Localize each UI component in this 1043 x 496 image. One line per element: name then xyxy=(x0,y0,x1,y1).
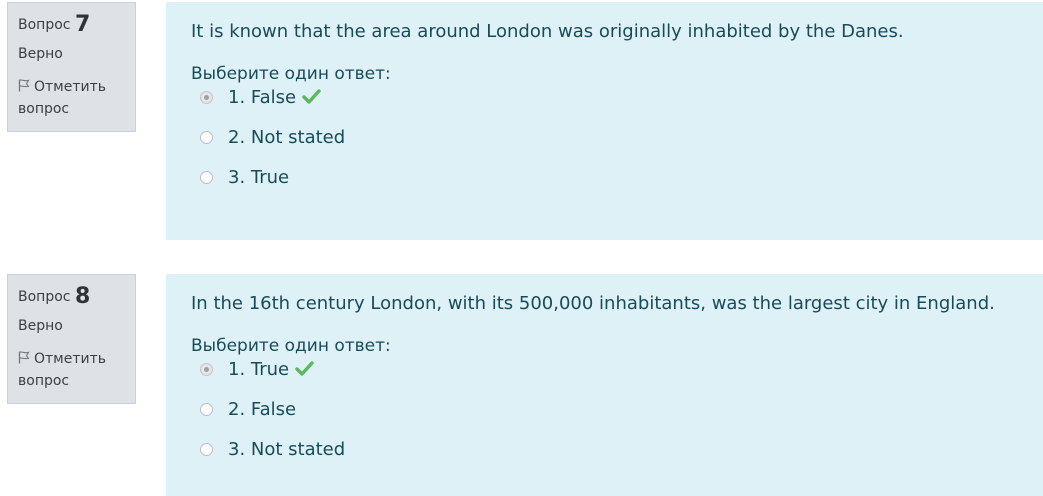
flag-question-label: Отметить вопрос xyxy=(18,351,107,389)
answer-label: 3. True xyxy=(228,167,290,188)
question-number-line: Вопрос 7 xyxy=(18,13,135,41)
flag-question-label: Отметить вопрос xyxy=(18,79,107,117)
answer-radio[interactable] xyxy=(200,443,213,456)
answer-label: 2. False xyxy=(228,399,297,420)
question-content: It is known that the area around London … xyxy=(166,2,1043,240)
answer-label: 1. False xyxy=(228,87,297,108)
question-number: 8 xyxy=(74,284,91,309)
question-content: In the 16th century London, with its 500… xyxy=(166,274,1043,496)
question-info: Вопрос 7 Верно Отметить вопрос xyxy=(7,2,136,132)
answer-radio[interactable] xyxy=(200,403,213,416)
flag-icon xyxy=(18,351,30,364)
answer-option-1[interactable]: 1. True xyxy=(191,358,1043,398)
answer-prompt: Выберите один ответ: xyxy=(191,64,391,84)
answer-option-3[interactable]: 3. Not stated xyxy=(191,438,1043,478)
flag-icon xyxy=(18,79,30,92)
answer-radio[interactable] xyxy=(200,171,213,184)
answer-option-3[interactable]: 3. True xyxy=(191,166,1043,206)
question-number: 7 xyxy=(74,12,91,37)
question-info: Вопрос 8 Верно Отметить вопрос xyxy=(7,274,136,404)
flag-question-link[interactable]: Отметить вопрос xyxy=(18,76,135,120)
answer-prompt: Выберите один ответ: xyxy=(191,336,391,356)
answer-label-wrap: 1. True xyxy=(228,358,314,382)
answer-option-2[interactable]: 2. False xyxy=(191,398,1043,438)
answer-label-wrap: 1. False xyxy=(228,86,321,110)
answer-radio[interactable] xyxy=(200,131,213,144)
question-label: Вопрос xyxy=(18,289,71,305)
answer-option-2[interactable]: 2. Not stated xyxy=(191,126,1043,166)
check-icon xyxy=(295,361,314,376)
question-state: Верно xyxy=(18,46,63,62)
question-text: In the 16th century London, with its 500… xyxy=(191,293,995,314)
answer-option-1[interactable]: 1. False xyxy=(191,86,1043,126)
question-state: Верно xyxy=(18,318,63,334)
answer-label: 3. Not stated xyxy=(228,439,346,460)
answer-radio[interactable] xyxy=(200,91,213,104)
question-text: It is known that the area around London … xyxy=(191,21,904,42)
check-icon xyxy=(302,89,321,104)
question-label: Вопрос xyxy=(18,17,71,33)
flag-question-link[interactable]: Отметить вопрос xyxy=(18,348,135,392)
answer-label: 1. True xyxy=(228,359,290,380)
question-number-line: Вопрос 8 xyxy=(18,285,135,313)
answer-label: 2. Not stated xyxy=(228,127,346,148)
answer-radio[interactable] xyxy=(200,363,213,376)
